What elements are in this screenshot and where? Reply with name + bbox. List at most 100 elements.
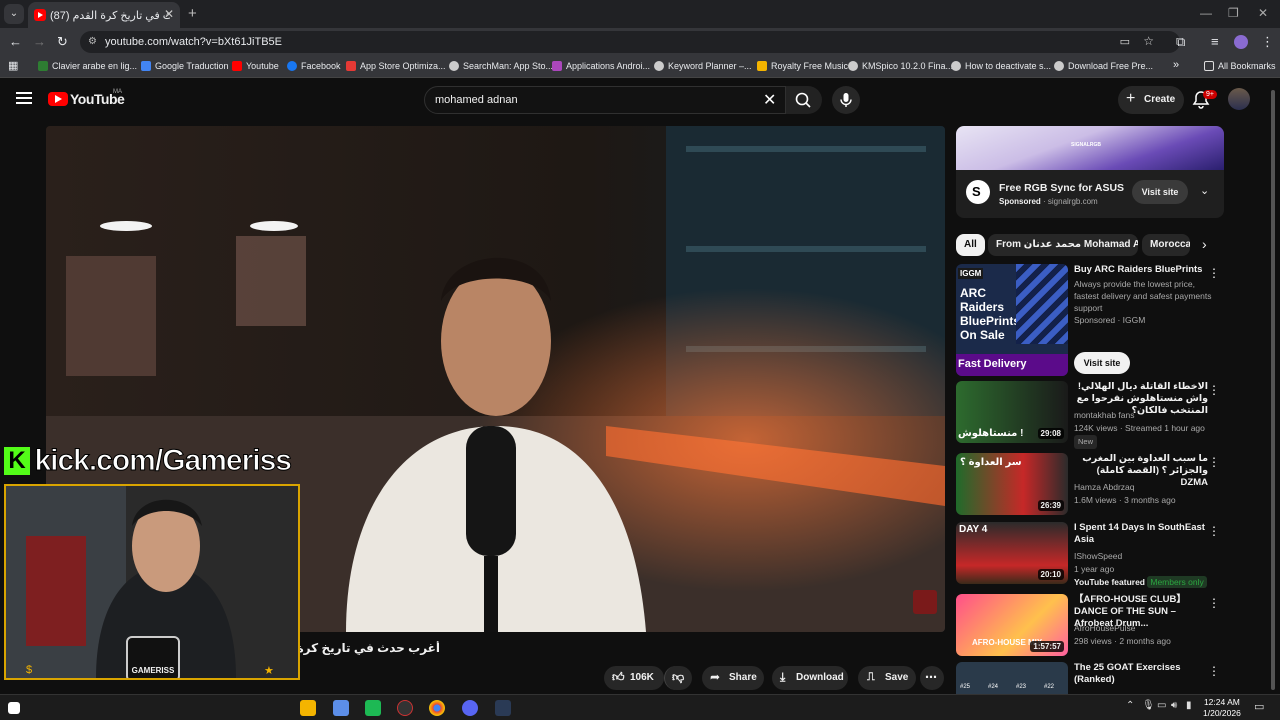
thumb-text: سر العداوة ؟: [960, 457, 1022, 468]
bookmark-item[interactable]: KMSpico 10.2.0 Fina...: [848, 61, 953, 71]
account-avatar[interactable]: [1228, 88, 1250, 110]
browser-tab[interactable]: (87) أغرب حدث في تاريخ كرة القدم ✕: [28, 2, 180, 28]
download-button[interactable]: ⤓ Download: [772, 666, 848, 690]
chrome-icon[interactable]: [429, 700, 445, 716]
bookmarks-bar: ▦ Clavier arabe en lig... Google Traduct…: [0, 56, 1280, 78]
scrollbar-thumb[interactable]: [1271, 90, 1275, 690]
app-icon[interactable]: [365, 700, 381, 716]
bookmark-item[interactable]: Clavier arabe en lig...: [38, 61, 137, 71]
chip-moroccan[interactable]: Moroccan: [1142, 234, 1190, 256]
gameriss-badge: GAMERISS: [126, 636, 180, 678]
network-icon[interactable]: ▭: [1157, 700, 1166, 711]
bookmark-item[interactable]: How to deactivate s...: [951, 61, 1051, 71]
apps-grid-icon[interactable]: ▦: [8, 59, 18, 72]
discord-icon[interactable]: [462, 700, 478, 716]
scrollbar[interactable]: [1270, 90, 1276, 690]
restore-icon[interactable]: ❐: [1228, 6, 1239, 20]
video-thumbnail: #25 #24 #23 #22: [956, 662, 1068, 694]
voice-search-button[interactable]: [832, 86, 860, 114]
forward-icon[interactable]: →: [33, 34, 46, 49]
bookmark-item[interactable]: Applications Androi...: [552, 61, 650, 71]
more-vert-icon[interactable]: ⋮: [1208, 596, 1220, 610]
battery-icon[interactable]: ▮: [1186, 700, 1192, 711]
chips-next-chevron-icon[interactable]: ›: [1202, 236, 1207, 252]
new-tab-icon[interactable]: +: [188, 5, 197, 22]
file-explorer-icon[interactable]: [300, 700, 316, 716]
bookmark-item[interactable]: Keyword Planner –...: [654, 61, 752, 71]
mic-tray-icon[interactable]: 🎙︎: [1142, 700, 1155, 711]
duration-badge: 20:10: [1037, 569, 1064, 580]
more-vert-icon[interactable]: ⋮: [1208, 455, 1220, 469]
tab-close-icon[interactable]: ✕: [164, 7, 174, 21]
bookmark-item[interactable]: App Store Optimiza...: [346, 61, 446, 71]
profile-icon[interactable]: [1234, 35, 1248, 49]
share-button[interactable]: ➦ Share: [702, 666, 764, 690]
all-bookmarks-folder[interactable]: All Bookmarks: [1204, 61, 1276, 71]
ad-thumb-art: [1016, 264, 1068, 344]
sponsored-ad-card[interactable]: SIGNALRGB S Free RGB Sync for ASUS Spons…: [956, 126, 1224, 218]
list-item[interactable]: IGGM ARC Raiders BluePrints On Sale Fast…: [956, 264, 1224, 376]
windows-start-icon[interactable]: [8, 702, 20, 714]
volume-icon[interactable]: 🔊︎: [1171, 700, 1177, 711]
menu-kebab-icon[interactable]: ⋮: [1261, 34, 1274, 50]
bookmark-item[interactable]: SearchMan: App Sto...: [449, 61, 553, 71]
system-clock[interactable]: 12:24 AM 1/20/2026: [1203, 697, 1241, 719]
list-item[interactable]: منستاهلوش ! 29:08 الاخطاء القاتلة ديال ا…: [956, 381, 1224, 449]
more-vert-icon[interactable]: ⋮: [1208, 524, 1220, 538]
bookmark-item[interactable]: Youtube: [232, 61, 279, 71]
share-label: Share: [729, 672, 757, 683]
list-item[interactable]: سر العداوة ؟ 26:39 ما سبب العداوة بين ال…: [956, 453, 1224, 517]
taskbar: ⌃ 🎙︎ ▭ 🔊︎ ▮ 12:24 AM 1/20/2026 ▭: [0, 694, 1280, 720]
clear-search-icon[interactable]: ✕: [763, 90, 776, 110]
search-input[interactable]: [435, 92, 735, 108]
cast-icon[interactable]: ▭: [1120, 35, 1130, 48]
bookmark-item[interactable]: Royalty Free Music: [757, 61, 848, 71]
more-vert-icon[interactable]: ⋮: [1208, 664, 1220, 678]
site-info-icon[interactable]: ⚙: [88, 36, 97, 47]
hamburger-menu-icon[interactable]: [16, 92, 32, 104]
rec-meta: 1.6M views · 3 months ago: [1074, 495, 1176, 505]
extensions-icon[interactable]: ⧉: [1176, 34, 1185, 50]
reload-icon[interactable]: ↻: [57, 34, 68, 50]
tab-title: (87) أغرب حدث في تاريخ كرة القدم: [50, 10, 170, 22]
bookmark-item[interactable]: Facebook: [287, 61, 341, 71]
minimize-icon[interactable]: —: [1200, 6, 1212, 20]
channel-watermark[interactable]: [913, 590, 937, 614]
chip-all[interactable]: All: [956, 234, 985, 256]
save-button[interactable]: ⎍ Save: [858, 666, 916, 690]
create-button[interactable]: + Create: [1118, 86, 1184, 114]
rec-visit-site-button[interactable]: Visit site: [1074, 352, 1130, 374]
list-item[interactable]: AFRO-HOUSE MIX 1:57:57 【AFRO-HOUSE CLUB】…: [956, 594, 1224, 658]
search-button[interactable]: [786, 86, 822, 114]
address-bar[interactable]: ⚙ youtube.com/watch?v=bXt61JiTB5E ▭ ☆: [80, 31, 1180, 53]
notepad-icon[interactable]: [333, 700, 349, 716]
ad-domain: signalrgb.com: [1047, 197, 1098, 206]
youtube-logo-icon[interactable]: [48, 92, 68, 106]
more-bookmarks-chevron-icon[interactable]: »: [1173, 59, 1179, 71]
list-item[interactable]: #25 #24 #23 #22 The 25 GOAT Exercises (R…: [956, 662, 1224, 694]
back-icon[interactable]: ←: [9, 34, 22, 49]
dislike-button[interactable]: 👎︎: [664, 666, 692, 690]
terminal-icon[interactable]: [495, 700, 511, 716]
ad-title: Free RGB Sync for ASUS: [999, 182, 1125, 194]
share-icon: ➦: [710, 670, 721, 684]
search-box[interactable]: [424, 86, 786, 114]
bookmark-item[interactable]: Download Free Pre...: [1054, 61, 1153, 71]
close-window-icon[interactable]: ✕: [1258, 6, 1268, 20]
list-item[interactable]: DAY 4 20:10 I Spent 14 Days In SouthEast…: [956, 522, 1224, 588]
tray-chevron-icon[interactable]: ⌃: [1126, 700, 1134, 711]
ad-visit-site-button[interactable]: Visit site: [1132, 180, 1188, 204]
more-vert-icon[interactable]: ⋮: [1208, 383, 1220, 397]
notification-center-icon[interactable]: ▭: [1254, 700, 1264, 713]
more-vert-icon[interactable]: ⋮: [1208, 266, 1220, 280]
obs-icon[interactable]: [397, 700, 413, 716]
tab-search-chevron-icon[interactable]: ⌄: [4, 4, 24, 24]
like-button[interactable]: 👍︎ 106K: [604, 666, 664, 690]
tab-search-icon[interactable]: ≡: [1211, 34, 1219, 49]
chip-from-channel[interactable]: From محمد عدنان Mohamad Adnan: [988, 234, 1138, 256]
more-actions-button[interactable]: ⋯: [920, 666, 944, 690]
bookmark-star-icon[interactable]: ☆: [1143, 34, 1154, 48]
chevron-down-icon[interactable]: ⌄: [1200, 184, 1209, 197]
browser-navbar: ← → ↻ ⚙ youtube.com/watch?v=bXt61JiTB5E …: [0, 28, 1280, 56]
bookmark-item[interactable]: Google Traduction: [141, 61, 229, 71]
